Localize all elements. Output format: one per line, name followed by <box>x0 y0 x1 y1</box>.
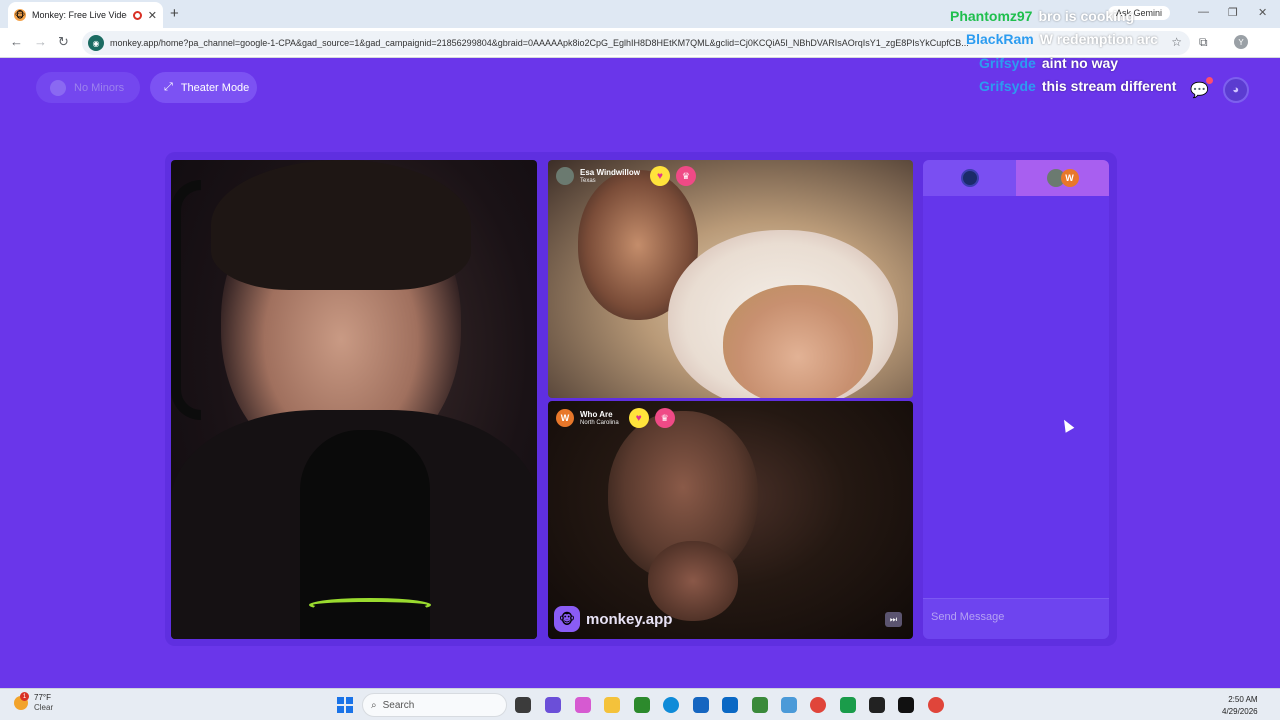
start-button[interactable] <box>337 697 353 713</box>
badge-icon: ♛ <box>654 408 675 428</box>
weather-condition: Clear <box>34 703 54 712</box>
overlay-chat-line: Grifsyde aint no way <box>979 55 1118 71</box>
maximize-button[interactable]: ❐ <box>1228 6 1238 19</box>
chrome-icon[interactable] <box>928 697 944 713</box>
weather-icon: 1 <box>14 692 29 710</box>
badge-icon: ♛ <box>675 166 696 186</box>
heart-icon[interactable]: ♥ <box>628 408 649 428</box>
system-clock[interactable]: 2:50 AM 4/29/2026 <box>1222 694 1258 718</box>
app-icon[interactable] <box>840 697 856 713</box>
overlay-chat-line: Phantomz97 bro is cooking <box>950 8 1134 24</box>
partner-video-top <box>548 160 913 398</box>
overlay-message: aint no way <box>1041 55 1119 71</box>
monkey-favicon-icon: 🐵 <box>14 9 26 21</box>
chat-tab-2[interactable]: W <box>1016 160 1109 196</box>
clock-date: 4/29/2026 <box>1222 707 1258 716</box>
overlay-chat-line: BlackRam W redemption arc <box>966 31 1158 47</box>
no-minors-toggle[interactable]: No Minors <box>36 72 140 103</box>
tab-title: Monkey: Free Live Video Chat <box>32 10 127 20</box>
close-tab-icon[interactable]: ✕ <box>148 9 157 22</box>
close-window-button[interactable]: ✕ <box>1258 6 1267 19</box>
heart-icon[interactable]: ♥ <box>649 166 670 186</box>
participant-name: Esa Windwillow <box>580 167 640 177</box>
overlay-message: this stream different <box>1041 78 1177 94</box>
bookmark-star-icon[interactable]: ☆ <box>1171 35 1182 49</box>
app-icon[interactable] <box>545 697 561 713</box>
app-icon[interactable] <box>752 697 768 713</box>
participant-location: North Carolina <box>580 419 619 426</box>
microphone-ring <box>309 598 431 612</box>
toggle-knob-icon <box>50 79 66 96</box>
participant-tag-bottom: W Who Are North Carolina ♥ ♛ <box>556 408 675 428</box>
no-minors-label: No Minors <box>74 81 125 94</box>
recording-icon <box>132 10 142 20</box>
browser-tab[interactable]: 🐵 Monkey: Free Live Video Chat ✕ <box>8 2 163 28</box>
windows-taskbar: 1 77°F Clear ⌕ Search 2:50 AM 4/29/2026 <box>0 688 1280 720</box>
new-tab-button[interactable]: + <box>170 5 179 22</box>
back-icon[interactable]: ← <box>10 34 23 49</box>
streamer-hair <box>211 160 471 290</box>
brand-text: monkey.app <box>586 610 673 628</box>
weather-widget[interactable]: 1 77°F Clear <box>14 692 54 713</box>
chat-tab-avatar-initial: W <box>1060 169 1079 187</box>
theater-mode-button[interactable]: ⤢ Theater Mode <box>150 72 257 103</box>
app-icon[interactable] <box>634 697 650 713</box>
temperature: 77°F <box>34 693 51 702</box>
taskbar-search[interactable]: ⌕ Search <box>362 693 507 717</box>
site-info-icon[interactable]: ◉ <box>88 35 104 51</box>
search-icon: ⌕ <box>371 699 377 711</box>
tab-search-icon[interactable]: ⧉ <box>1199 35 1208 50</box>
app-icon[interactable] <box>781 697 797 713</box>
participant-tag-top: Esa Windwillow Texas ♥ ♛ <box>556 166 696 186</box>
participant-avatar <box>556 167 574 185</box>
overlay-chat-line: Grifsyde this stream different <box>979 78 1176 94</box>
overlay-message: W redemption arc <box>1039 31 1158 47</box>
app-icon[interactable] <box>575 697 591 713</box>
expand-icon: ⤢ <box>164 81 173 93</box>
overlay-username: Phantomz97 <box>950 8 1033 24</box>
overlay-username: Grifsyde <box>979 78 1036 94</box>
header-icons: 💬 ◕ <box>1190 77 1249 103</box>
overlay-username: Grifsyde <box>979 55 1036 71</box>
monkey-logo-icon: 🐵 <box>554 606 580 632</box>
participant-avatar: W <box>556 409 574 427</box>
chat-tab-avatar <box>960 169 979 187</box>
chat-bubble-icon[interactable]: 💬 <box>1190 77 1213 99</box>
clock-time: 2:50 AM <box>1228 695 1258 704</box>
profile-avatar[interactable]: Y <box>1234 35 1248 49</box>
brand-watermark: 🐵 monkey.app <box>554 606 672 632</box>
file-explorer-icon[interactable] <box>604 697 620 713</box>
store-icon[interactable] <box>693 697 709 713</box>
app-icon[interactable] <box>898 697 914 713</box>
theater-mode-label: Theater Mode <box>180 81 250 94</box>
outlook-icon[interactable] <box>722 697 738 713</box>
overlay-message: bro is cooking <box>1038 8 1135 24</box>
user-avatar[interactable]: ◕ <box>1222 77 1249 103</box>
overlay-username: BlackRam <box>966 31 1034 47</box>
weather-badge: 1 <box>20 692 29 701</box>
participant-name: Who Are <box>580 409 613 419</box>
app-icon[interactable] <box>869 697 885 713</box>
partner-video-bottom <box>548 401 913 639</box>
send-message-input[interactable]: Send Message <box>923 598 1109 639</box>
forward-icon[interactable]: → <box>34 34 47 49</box>
task-view-icon[interactable] <box>515 697 531 713</box>
chat-panel: W Send Message <box>923 160 1109 639</box>
chat-tab-1[interactable] <box>923 160 1016 196</box>
chat-tabs: W <box>923 160 1109 196</box>
chrome-icon[interactable] <box>810 697 826 713</box>
notification-badge <box>1205 77 1213 84</box>
search-label: Search <box>382 699 415 711</box>
skip-icon[interactable]: ⏭ <box>885 612 902 627</box>
partner-face-2 <box>723 285 873 398</box>
headphones <box>171 180 201 420</box>
edge-icon[interactable] <box>663 697 679 713</box>
participant-location: Texas <box>580 177 596 184</box>
minimize-button[interactable]: — <box>1198 6 1209 18</box>
reload-icon[interactable]: ↻ <box>58 34 69 50</box>
